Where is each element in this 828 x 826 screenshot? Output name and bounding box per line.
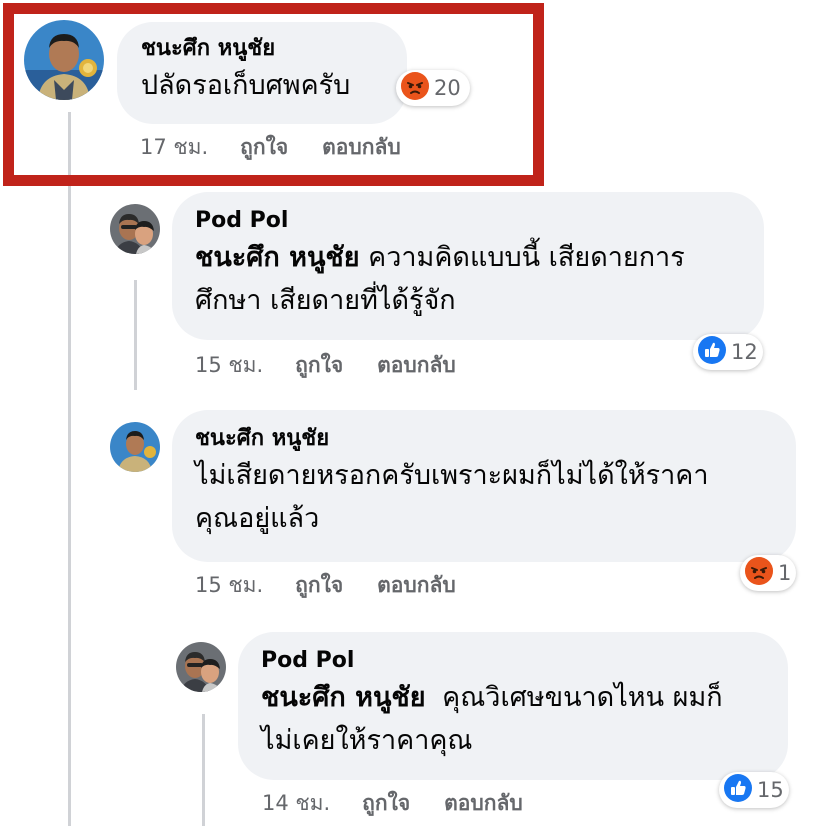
reply-button[interactable]: ตอบกลับ: [444, 787, 523, 820]
comment-bubble: Pod Pol ชนะศึก หนูชัย คุณวิเศษขนาดไหน ผม…: [238, 632, 788, 780]
reply-button[interactable]: ตอบกลับ: [377, 569, 456, 602]
timestamp[interactable]: 15 ชม.: [195, 349, 263, 382]
timestamp[interactable]: 14 ชม.: [262, 787, 330, 820]
highlight-box: [3, 3, 544, 186]
reply-button[interactable]: ตอบกลับ: [377, 349, 456, 382]
reaction-count-badge[interactable]: 15: [719, 772, 789, 808]
reaction-count: 1: [778, 561, 792, 585]
comment-author[interactable]: ชนะศึก หนูชัย: [195, 426, 796, 452]
like-button[interactable]: ถูกใจ: [362, 787, 410, 820]
mention-tag[interactable]: ชนะศึก หนูชัย: [261, 682, 426, 713]
comment-text-line2: ศึกษา เสียดายที่ได้รู้จัก: [195, 285, 456, 317]
like-button[interactable]: ถูกใจ: [295, 569, 343, 602]
comment-actions: 14 ชม. ถูกใจ ตอบกลับ: [262, 787, 523, 820]
like-icon: [697, 335, 727, 370]
comment-author[interactable]: Pod Pol: [195, 208, 764, 234]
reaction-count-badge[interactable]: 12: [693, 334, 763, 370]
comment-text: ไม่เสียดายหรอกครับเพราะผมก็ไม่ได้ให้ราคา: [195, 460, 709, 492]
comment-text: ชนะศึก หนูชัย คุณวิเศษขนาดไหน ผมก็: [261, 676, 788, 719]
comment-actions: 15 ชม. ถูกใจ ตอบกลับ: [195, 349, 456, 382]
avatar[interactable]: [110, 204, 160, 254]
timestamp[interactable]: 15 ชม.: [195, 569, 263, 602]
like-icon: [723, 773, 753, 808]
avatar[interactable]: [176, 642, 226, 692]
comment-actions: 15 ชม. ถูกใจ ตอบกลับ: [195, 569, 456, 602]
like-button[interactable]: ถูกใจ: [295, 349, 343, 382]
angry-icon: [744, 556, 774, 591]
reaction-count: 12: [731, 340, 758, 364]
comment-text: ชนะศึก หนูชัย ความคิดแบบนี้ เสียดายการ: [195, 236, 764, 279]
comment-bubble: ชนะศึก หนูชัย ไม่เสียดายหรอกครับเพราะผมก…: [172, 410, 796, 562]
avatar[interactable]: [110, 422, 160, 472]
comment-text-line2: คุณอยู่แล้ว: [195, 503, 320, 535]
comment-bubble: Pod Pol ชนะศึก หนูชัย ความคิดแบบนี้ เสีย…: [172, 192, 764, 340]
comment-text-line1: คุณวิเศษขนาดไหน ผมก็: [442, 682, 723, 714]
thread-line-main: [68, 112, 71, 826]
mention-tag[interactable]: ชนะศึก หนูชัย: [195, 242, 360, 273]
comment-author[interactable]: Pod Pol: [261, 648, 788, 674]
thread-line-nested: [202, 714, 205, 826]
comment-text-line2: ไม่เคยให้ราคาคุณ: [261, 725, 473, 757]
reaction-count-badge[interactable]: 1: [740, 555, 796, 591]
thread-line-reply: [134, 280, 137, 390]
reaction-count: 15: [757, 778, 784, 802]
comment-text-line1: ความคิดแบบนี้ เสียดายการ: [368, 242, 685, 274]
